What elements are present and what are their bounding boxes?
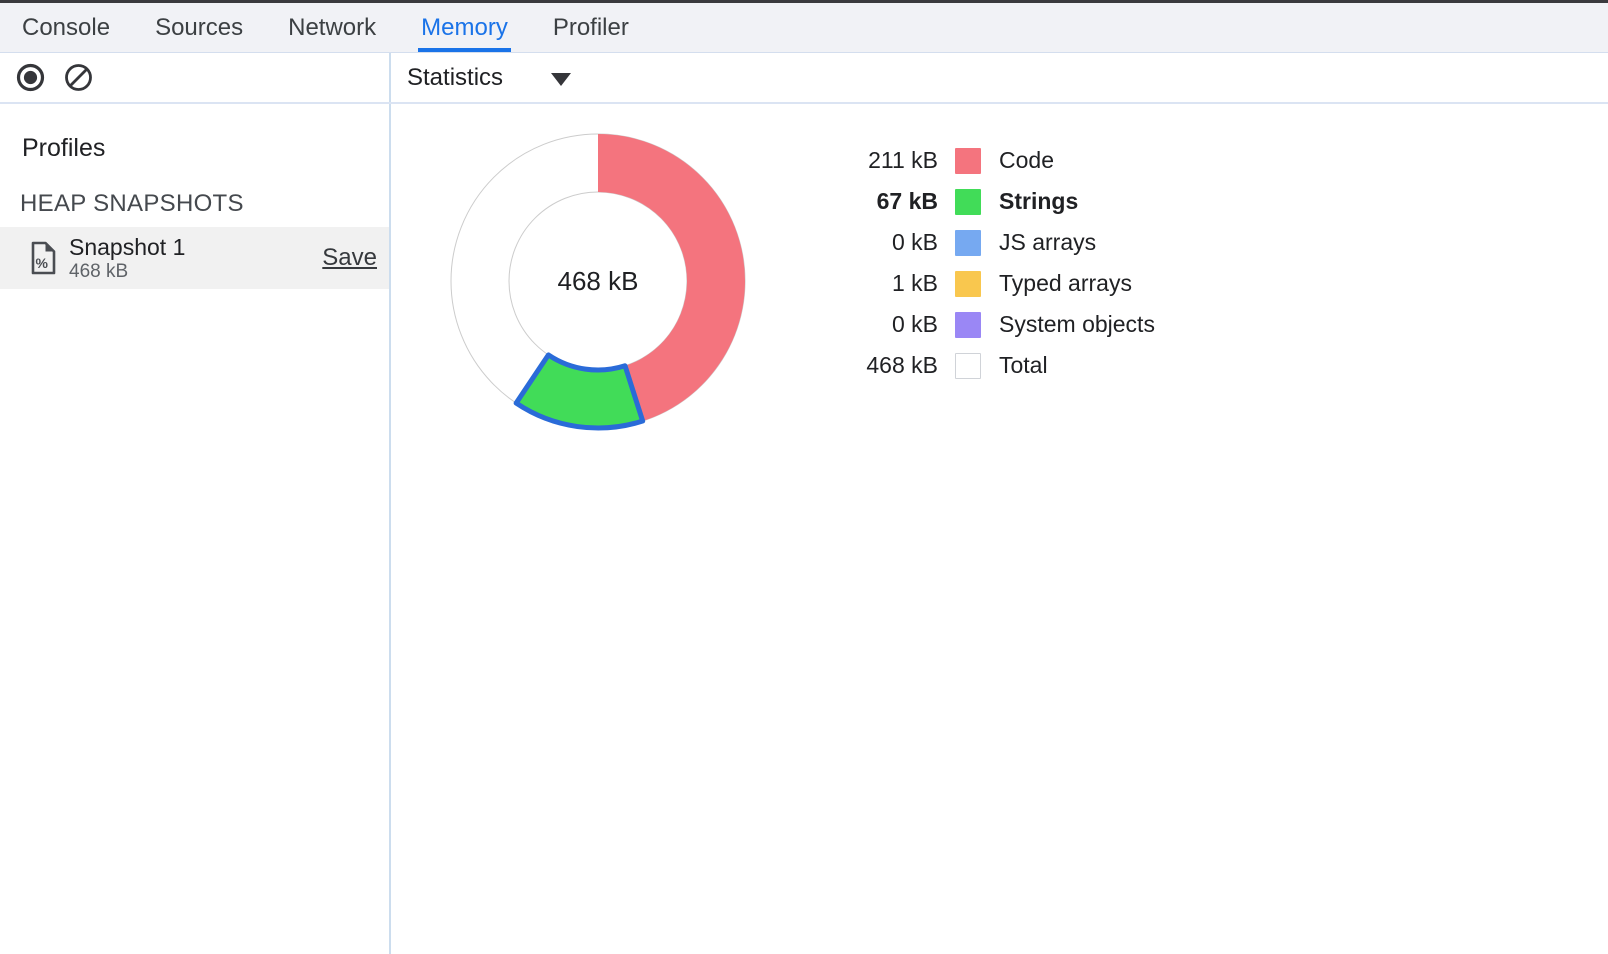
- legend-label: System objects: [999, 311, 1155, 338]
- heap-snapshot-file-icon: %: [30, 241, 57, 275]
- snapshot-size: 468 kB: [69, 261, 322, 282]
- record-heap-snapshot-button[interactable]: [15, 62, 46, 93]
- tab-network[interactable]: Network: [288, 3, 376, 52]
- legend-label: JS arrays: [999, 229, 1096, 256]
- typed-arrays-swatch-icon: [955, 271, 981, 297]
- legend-value: 0 kB: [818, 311, 938, 338]
- clear-icon: [63, 62, 94, 93]
- js-arrays-swatch-icon: [955, 230, 981, 256]
- tab-label: Console: [22, 14, 110, 42]
- perspective-select[interactable]: Statistics: [407, 64, 571, 92]
- snapshot-title: Snapshot 1: [69, 234, 322, 260]
- profiles-heading: Profiles: [22, 134, 389, 163]
- snapshot-info: Snapshot 1 468 kB: [69, 234, 322, 282]
- heap-statistics-donut-chart[interactable]: 468 kB: [438, 121, 758, 441]
- legend-label: Code: [999, 147, 1054, 174]
- donut-segment-strings: [516, 355, 643, 428]
- legend-value: 0 kB: [818, 229, 938, 256]
- devtools-tab-bar: Console Sources Network Memory Profiler: [0, 3, 1608, 53]
- legend-label: Total: [999, 352, 1048, 379]
- profiles-sidebar: Profiles HEAP SNAPSHOTS % Snapshot 1 468…: [0, 104, 391, 954]
- legend-value: 67 kB: [818, 188, 938, 215]
- legend-row-js-arrays[interactable]: 0 kB JS arrays: [818, 222, 1155, 263]
- total-swatch-icon: [955, 353, 981, 379]
- panel-body: Profiles HEAP SNAPSHOTS % Snapshot 1 468…: [0, 104, 1608, 954]
- statistics-view: 468 kB 211 kB Code 67 kB Strings 0 kB JS…: [391, 104, 1608, 954]
- tab-sources[interactable]: Sources: [155, 3, 243, 52]
- legend-row-system-objects[interactable]: 0 kB System objects: [818, 304, 1155, 345]
- tab-label: Profiler: [553, 14, 629, 42]
- code-swatch-icon: [955, 148, 981, 174]
- strings-swatch-icon: [955, 189, 981, 215]
- tab-console[interactable]: Console: [22, 3, 110, 52]
- clear-profiles-button[interactable]: [63, 62, 94, 93]
- legend-label: Strings: [999, 188, 1078, 215]
- heap-snapshots-section-heading: HEAP SNAPSHOTS: [20, 190, 389, 218]
- tab-label: Sources: [155, 14, 243, 42]
- toolbar-left-section: [0, 53, 391, 102]
- tab-label: Network: [288, 14, 376, 42]
- tab-label: Memory: [421, 14, 508, 42]
- memory-toolbar: Statistics: [0, 53, 1608, 104]
- system-objects-swatch-icon: [955, 312, 981, 338]
- snapshot-list-item[interactable]: % Snapshot 1 468 kB Save: [0, 227, 389, 289]
- chart-legend: 211 kB Code 67 kB Strings 0 kB JS arrays…: [818, 140, 1155, 386]
- tab-profiler[interactable]: Profiler: [553, 3, 629, 52]
- svg-text:%: %: [36, 255, 49, 271]
- tab-memory[interactable]: Memory: [421, 3, 508, 52]
- donut-center-total-label: 468 kB: [558, 266, 639, 296]
- legend-value: 211 kB: [818, 147, 938, 174]
- legend-value: 468 kB: [818, 352, 938, 379]
- legend-row-typed-arrays[interactable]: 1 kB Typed arrays: [818, 263, 1155, 304]
- chevron-down-icon: [551, 73, 571, 86]
- legend-row-strings[interactable]: 67 kB Strings: [818, 181, 1155, 222]
- legend-value: 1 kB: [818, 270, 938, 297]
- legend-row-code[interactable]: 211 kB Code: [818, 140, 1155, 181]
- record-icon: [15, 62, 46, 93]
- toolbar-right-section: Statistics: [391, 53, 1608, 102]
- legend-label: Typed arrays: [999, 270, 1132, 297]
- perspective-select-value: Statistics: [407, 64, 503, 92]
- legend-row-total[interactable]: 468 kB Total: [818, 345, 1155, 386]
- save-snapshot-link[interactable]: Save: [322, 244, 377, 272]
